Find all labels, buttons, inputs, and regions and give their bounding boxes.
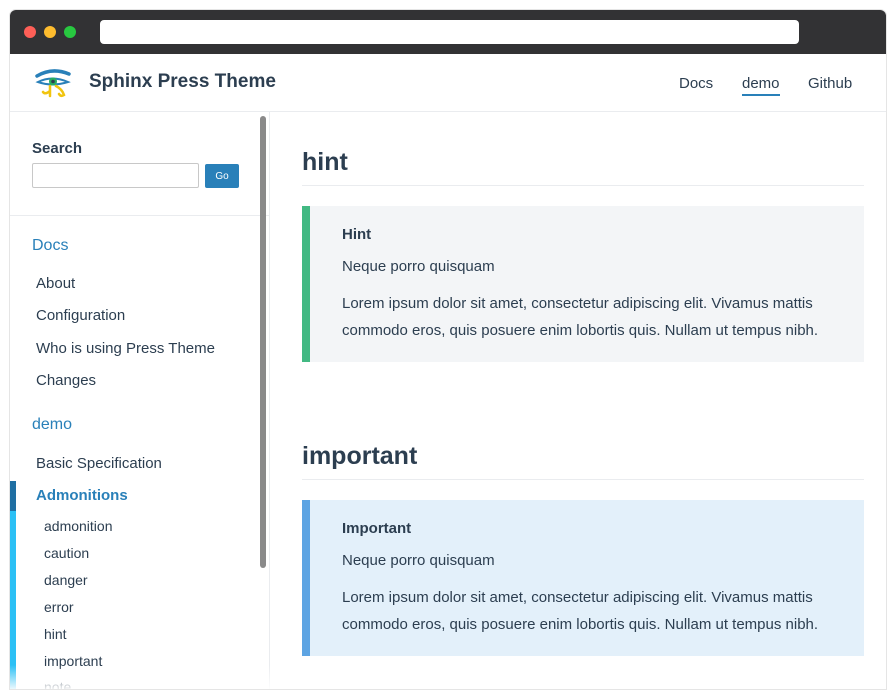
maximize-window-button[interactable] — [64, 26, 76, 38]
sidebar-item-admonitions[interactable]: Admonitions — [36, 487, 128, 504]
address-bar[interactable] — [100, 20, 799, 44]
close-window-button[interactable] — [24, 26, 36, 38]
hint-admonition: Hint Neque porro quisquam Lorem ipsum do… — [302, 206, 864, 362]
sidebar: Search Go Docs About Configuration Who i… — [10, 112, 270, 689]
minimize-window-button[interactable] — [44, 26, 56, 38]
sidebar-subitem-note[interactable]: note — [44, 679, 71, 689]
browser-window: Sphinx Press Theme Docs demo Github Sear… — [10, 10, 886, 689]
eye-of-horus-logo-icon[interactable] — [34, 67, 72, 99]
sidebar-item-basic-specification[interactable]: Basic Specification — [36, 455, 162, 472]
sidebar-subitem-error[interactable]: error — [44, 599, 74, 615]
admonition-paragraph: Neque porro quisquam — [342, 552, 495, 569]
sidebar-subitem-hint[interactable]: hint — [44, 626, 67, 642]
sidebar-subitem-caution[interactable]: caution — [44, 545, 89, 561]
admonition-paragraph: Neque porro quisquam — [342, 258, 495, 275]
nav-link-github[interactable]: Github — [808, 75, 852, 92]
nav-link-demo[interactable]: demo — [742, 75, 780, 96]
site-title[interactable]: Sphinx Press Theme — [89, 71, 276, 93]
search-label: Search — [32, 140, 83, 157]
sidebar-item-who-is-using[interactable]: Who is using Press Theme — [36, 340, 215, 357]
sidebar-scrollbar[interactable] — [260, 116, 266, 568]
sidebar-item-configuration[interactable]: Configuration — [36, 307, 125, 324]
sidebar-section-demo[interactable]: demo — [32, 416, 72, 434]
sidebar-subitem-danger[interactable]: danger — [44, 572, 88, 588]
sidebar-item-about[interactable]: About — [36, 275, 75, 292]
sidebar-divider — [10, 215, 269, 216]
sidebar-item-changes[interactable]: Changes — [36, 372, 96, 389]
search-input[interactable] — [32, 163, 199, 188]
admonition-title: Hint — [342, 226, 372, 243]
admonition-paragraph: Lorem ipsum dolor sit amet, consectetur … — [342, 589, 819, 633]
browser-chrome — [10, 10, 886, 54]
top-navbar: Sphinx Press Theme Docs demo Github — [10, 54, 886, 112]
section-heading-important: important — [302, 442, 864, 480]
active-item-indicator — [10, 481, 16, 511]
nav-link-docs[interactable]: Docs — [679, 75, 713, 92]
active-subtree-indicator — [10, 511, 16, 689]
admonition-title: Important — [342, 520, 412, 537]
sidebar-subitem-important[interactable]: important — [44, 653, 102, 669]
important-admonition: Important Neque porro quisquam Lorem ips… — [302, 500, 864, 656]
main-content: hint Hint Neque porro quisquam Lorem ips… — [270, 112, 886, 689]
sidebar-subitem-admonition[interactable]: admonition — [44, 518, 113, 534]
admonition-paragraph: Lorem ipsum dolor sit amet, consectetur … — [342, 295, 819, 339]
search-go-button[interactable]: Go — [205, 164, 239, 188]
section-heading-hint: hint — [302, 148, 864, 186]
sidebar-section-docs[interactable]: Docs — [32, 237, 68, 255]
